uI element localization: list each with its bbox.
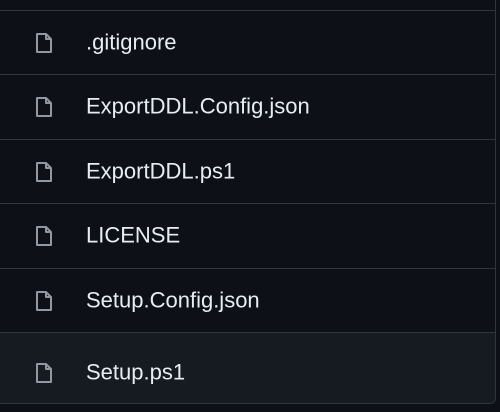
file-name[interactable]: ExportDDL.ps1 xyxy=(86,158,235,184)
file-row-exportddl-ps1[interactable]: ExportDDL.ps1 xyxy=(0,139,495,203)
file-icon xyxy=(34,32,54,54)
file-row-license[interactable]: LICENSE xyxy=(0,203,495,267)
file-icon xyxy=(34,362,54,384)
file-name[interactable]: ExportDDL.Config.json xyxy=(86,93,310,119)
file-icon xyxy=(34,96,54,118)
file-name[interactable]: LICENSE xyxy=(86,222,180,248)
file-name[interactable]: Setup.Config.json xyxy=(86,287,260,313)
file-icon xyxy=(34,290,54,312)
file-row-setup-ps1[interactable]: Setup.ps1 xyxy=(0,332,495,403)
file-row-gitignore[interactable]: .gitignore xyxy=(0,10,495,74)
file-name[interactable]: .gitignore xyxy=(86,29,177,55)
file-row-exportddl-config-json[interactable]: ExportDDL.Config.json xyxy=(0,74,495,138)
file-icon xyxy=(34,161,54,183)
file-name[interactable]: Setup.ps1 xyxy=(86,359,185,385)
file-row-setup-config-json[interactable]: Setup.Config.json xyxy=(0,268,495,332)
file-icon xyxy=(34,225,54,247)
file-list: .gitignore ExportDDL.Config.json ExportD… xyxy=(0,0,496,404)
